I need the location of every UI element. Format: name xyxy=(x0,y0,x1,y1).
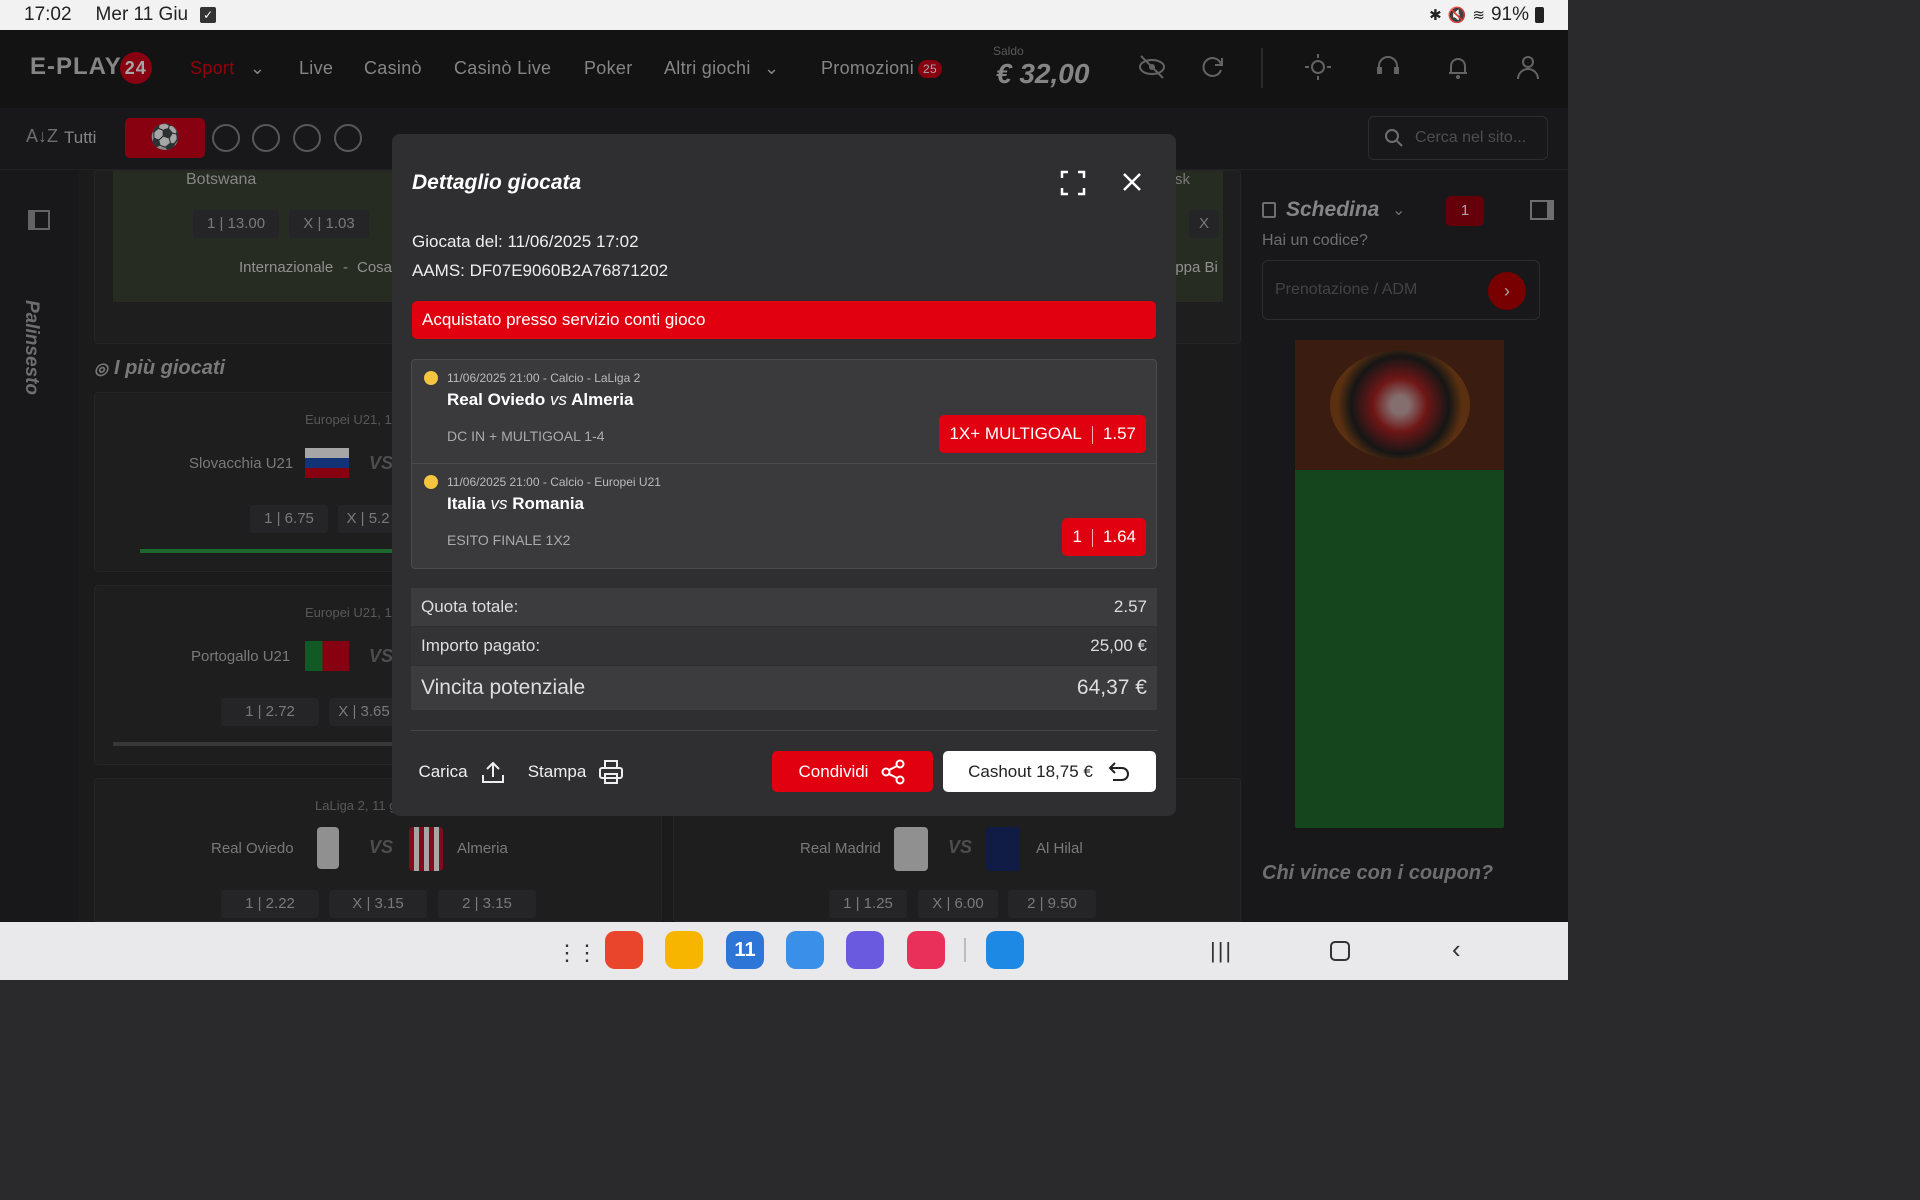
modal-title: Dettaglio giocata xyxy=(412,171,582,194)
wifi-icon: ≋ xyxy=(1472,7,1485,24)
recents-icon[interactable]: ||| xyxy=(1210,938,1233,964)
aams-code: AAMS: DF07E9060B2A76871202 xyxy=(412,261,669,280)
bluetooth-icon: ✱ xyxy=(1429,7,1442,24)
taskbar-divider xyxy=(964,938,966,962)
status-bar: 17:02 Mer 11 Giu ✓ ✱ 🔇 ≋ 91% xyxy=(0,0,1568,30)
status-dot xyxy=(424,475,438,489)
event-meta: 11/06/2025 21:00 - Calcio - Europei U21 xyxy=(447,475,661,489)
event-meta: 11/06/2025 21:00 - Calcio - LaLiga 2 xyxy=(447,371,641,385)
camera-app-icon[interactable] xyxy=(907,931,945,969)
clock: 17:02 xyxy=(24,4,72,25)
battery-icon xyxy=(1535,7,1544,23)
fullscreen-icon[interactable] xyxy=(1060,170,1086,196)
quota-row: Quota totale: 2.57 xyxy=(411,588,1157,626)
bet-event: 11/06/2025 21:00 - Calcio - Europei U21 … xyxy=(412,465,1156,569)
bet-timestamp: Giocata del: 11/06/2025 17:02 xyxy=(412,232,639,251)
bet-event: 11/06/2025 21:00 - Calcio - LaLiga 2 Rea… xyxy=(412,360,1156,464)
event-market: DC IN + MULTIGOAL 1-4 xyxy=(447,428,605,444)
back-icon[interactable]: ‹ xyxy=(1452,934,1461,965)
vincita-row: Vincita potenziale 64,37 € xyxy=(411,666,1157,710)
cashout-button[interactable]: Cashout 18,75 € xyxy=(943,751,1156,792)
battery-level: 91% xyxy=(1490,4,1529,25)
printer-icon xyxy=(599,759,624,784)
purchase-notice: Acquistato presso servizio conti gioco xyxy=(412,301,1156,339)
undo-icon xyxy=(1108,761,1129,781)
date: Mer 11 Giu xyxy=(95,4,189,25)
selection-pill: 1 1.64 xyxy=(1062,518,1146,556)
selection-pill: 1X+ MULTIGOAL 1.57 xyxy=(939,415,1146,453)
bet-events-list: 11/06/2025 21:00 - Calcio - LaLiga 2 Rea… xyxy=(411,359,1157,569)
importo-row: Importo pagato: 25,00 € xyxy=(411,627,1157,665)
bet-detail-modal: Dettaglio giocata Giocata del: 11/06/202… xyxy=(392,134,1176,816)
upload-icon xyxy=(481,761,504,783)
messages-app-icon[interactable] xyxy=(786,931,824,969)
share-icon xyxy=(881,759,905,784)
files-app-icon[interactable] xyxy=(665,931,703,969)
cloud-app-icon[interactable] xyxy=(986,931,1024,969)
divider xyxy=(411,730,1157,731)
share-button[interactable]: Condividi xyxy=(772,751,933,792)
event-market: ESITO FINALE 1X2 xyxy=(447,532,571,548)
home-icon[interactable] xyxy=(1330,941,1350,961)
app-icon[interactable] xyxy=(605,931,643,969)
mute-icon: 🔇 xyxy=(1447,7,1467,24)
print-button[interactable]: Stampa xyxy=(526,751,626,792)
close-icon[interactable] xyxy=(1122,172,1142,192)
event-name: Real Oviedo vs Almeria xyxy=(447,390,634,409)
check-icon: ✓ xyxy=(200,7,217,23)
event-name: Italia vs Romania xyxy=(447,494,585,513)
status-dot xyxy=(424,371,438,385)
upload-button[interactable]: Carica xyxy=(417,751,507,792)
browser-app-icon[interactable] xyxy=(846,931,884,969)
calendar-app-icon[interactable]: 11 xyxy=(726,931,764,969)
